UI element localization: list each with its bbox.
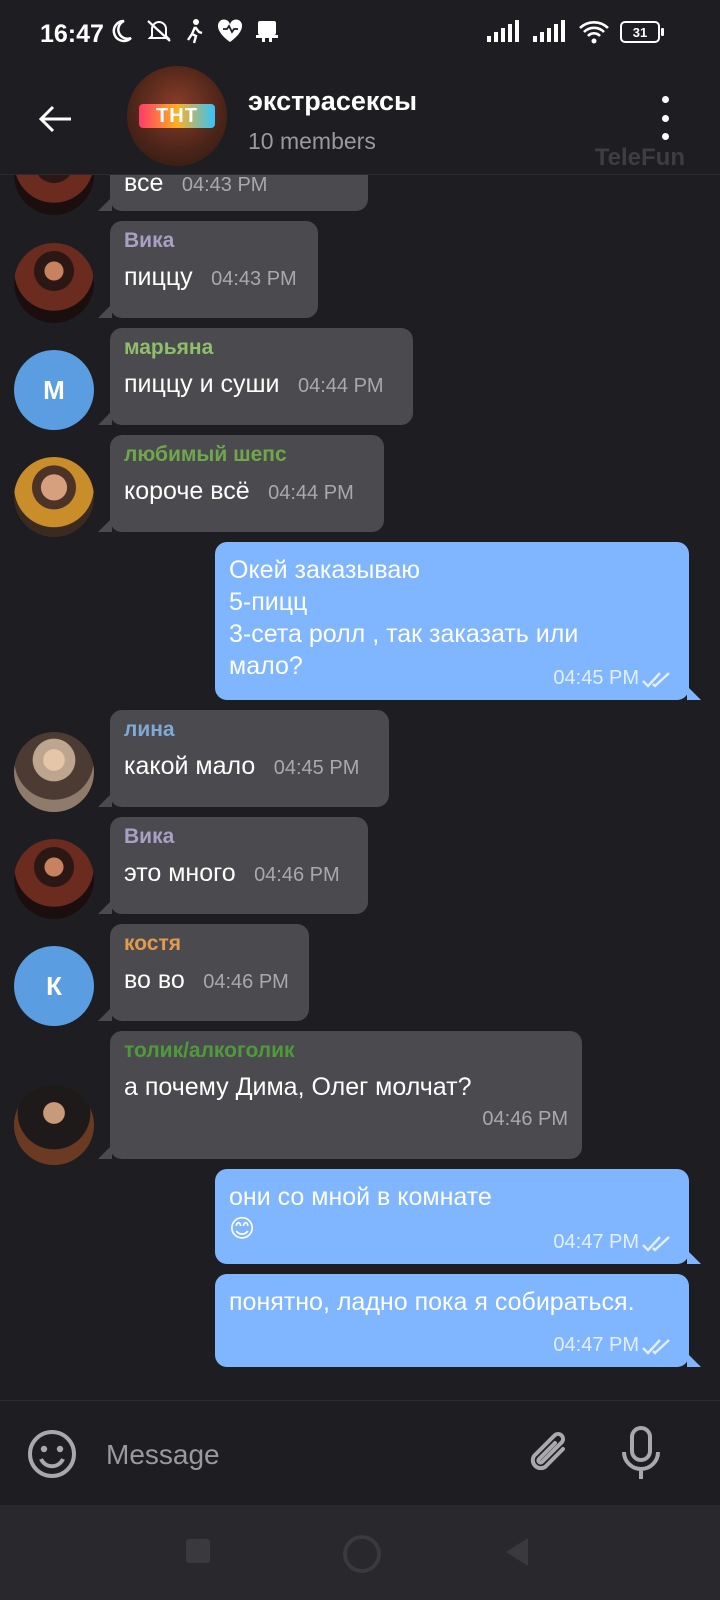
group-members-count: 10 members xyxy=(248,128,376,154)
avatar[interactable] xyxy=(14,1085,94,1165)
menu-dot-icon xyxy=(661,114,669,122)
more-options-button[interactable] xyxy=(650,96,680,140)
signal-icon xyxy=(487,20,519,42)
message-time: 04:45 PM xyxy=(553,667,639,689)
message-time: 04:47 PM xyxy=(553,1231,639,1253)
back-button[interactable] xyxy=(30,94,80,144)
message-text: какой мало xyxy=(124,752,256,780)
health-heart-icon xyxy=(217,19,243,42)
sender-name[interactable]: Вика xyxy=(124,825,354,849)
status-bar: 16:47 31 xyxy=(0,0,720,66)
message-time: 04:43 PM xyxy=(211,268,297,290)
sender-name[interactable]: толик/алкоголик xyxy=(124,1039,568,1063)
chat-header: ТНТ экстрасексы 10 members TeleFun xyxy=(0,66,720,175)
tnt-logo: ТНТ xyxy=(139,104,215,128)
message-bubble[interactable]: толик/алкоголик а почему Дима, Олег молч… xyxy=(98,1031,582,1159)
message-time: 04:46 PM xyxy=(203,971,289,993)
smile-face-icon[interactable] xyxy=(26,1428,78,1480)
message-text: а почему Дима, Олег молчат? xyxy=(124,1073,472,1101)
sender-name[interactable]: любимый шепс xyxy=(124,443,370,467)
message-time: 04:46 PM xyxy=(482,1108,568,1130)
message-text: понятно, ладно пока я собираться. xyxy=(229,1288,635,1316)
message-input-bar xyxy=(0,1400,720,1506)
message-time: 04:45 PM xyxy=(273,757,360,779)
wifi-icon xyxy=(579,21,609,44)
home-icon[interactable] xyxy=(343,1535,381,1573)
message-time: 04:44 PM xyxy=(268,482,354,504)
avatar[interactable]: М xyxy=(14,350,94,430)
sender-name[interactable]: марьяна xyxy=(124,336,399,360)
sender-name[interactable]: костя xyxy=(124,932,295,956)
message-time: 04:44 PM xyxy=(297,375,384,397)
double-check-icon xyxy=(642,672,670,688)
message-text: пиццу и суши xyxy=(124,370,280,398)
message-time: 04:46 PM xyxy=(254,864,340,886)
avatar[interactable] xyxy=(14,457,94,537)
status-time: 16:47 xyxy=(40,20,104,48)
message-bubble[interactable]: Вика пиццу 04:43 PM xyxy=(98,221,318,318)
menu-dot-icon xyxy=(661,96,669,103)
message-bubble[interactable]: все 04:43 PM xyxy=(98,175,368,211)
sender-name[interactable]: Вика xyxy=(124,229,304,253)
group-title[interactable]: экстрасексы xyxy=(248,86,417,117)
signal-2-icon xyxy=(533,20,565,42)
paperclip-icon[interactable] xyxy=(525,1427,577,1481)
avatar-letter: М xyxy=(43,374,65,405)
double-check-icon xyxy=(642,1339,670,1355)
message-text: все xyxy=(124,175,164,197)
avatar[interactable] xyxy=(14,243,94,323)
avatar[interactable] xyxy=(14,839,94,919)
message-bubble[interactable]: любимый шепс короче всё 04:44 PM xyxy=(98,435,384,532)
system-nav-bar xyxy=(0,1505,720,1600)
message-time: 04:47 PM xyxy=(553,1334,639,1356)
sender-name[interactable]: лина xyxy=(124,718,375,742)
notification-app-icon xyxy=(256,21,278,42)
message-bubble[interactable]: марьяна пиццу и суши 04:44 PM xyxy=(98,328,413,425)
system-back-icon[interactable] xyxy=(506,1538,528,1566)
message-text: это много xyxy=(124,859,236,887)
muted-bell-icon xyxy=(147,20,171,42)
message-input[interactable] xyxy=(104,1431,488,1479)
message-bubble-outgoing[interactable]: Окей заказываю 5-пицц 3-сета ролл , так … xyxy=(215,542,701,700)
message-time: 04:43 PM xyxy=(181,175,268,196)
message-bubble-outgoing[interactable]: они со мной в комнате 😊 04:47 PM xyxy=(215,1169,701,1264)
message-bubble[interactable]: Вика это много 04:46 PM xyxy=(98,817,368,914)
message-bubble[interactable]: лина какой мало 04:45 PM xyxy=(98,710,389,807)
message-text: во во xyxy=(124,966,185,994)
message-bubble[interactable]: костя во во 04:46 PM xyxy=(98,924,309,1021)
message-text: Окей заказываю 5-пицц 3-сета ролл , так … xyxy=(229,556,579,680)
walking-icon xyxy=(187,19,203,44)
arrow-left-icon xyxy=(38,105,71,133)
avatar[interactable] xyxy=(14,732,94,812)
message-list[interactable]: все 04:43 PM Вика пиццу 04:43 PM М марья… xyxy=(0,175,720,1400)
double-check-icon xyxy=(642,1236,670,1252)
message-bubble-outgoing[interactable]: понятно, ладно пока я собираться. 04:47 … xyxy=(215,1274,701,1367)
moon-icon xyxy=(112,19,132,43)
microphone-icon[interactable] xyxy=(618,1425,664,1483)
menu-dot-icon xyxy=(661,133,669,140)
avatar-letter: К xyxy=(46,970,62,1001)
battery-icon: 31 xyxy=(620,21,664,43)
group-avatar[interactable]: ТНТ xyxy=(127,66,227,166)
watermark: TeleFun xyxy=(594,144,685,171)
avatar[interactable]: К xyxy=(14,946,94,1026)
avatar[interactable] xyxy=(14,175,94,215)
message-text: короче всё xyxy=(124,477,250,505)
recent-apps-icon[interactable] xyxy=(186,1539,210,1563)
message-text: пиццу xyxy=(124,263,193,291)
